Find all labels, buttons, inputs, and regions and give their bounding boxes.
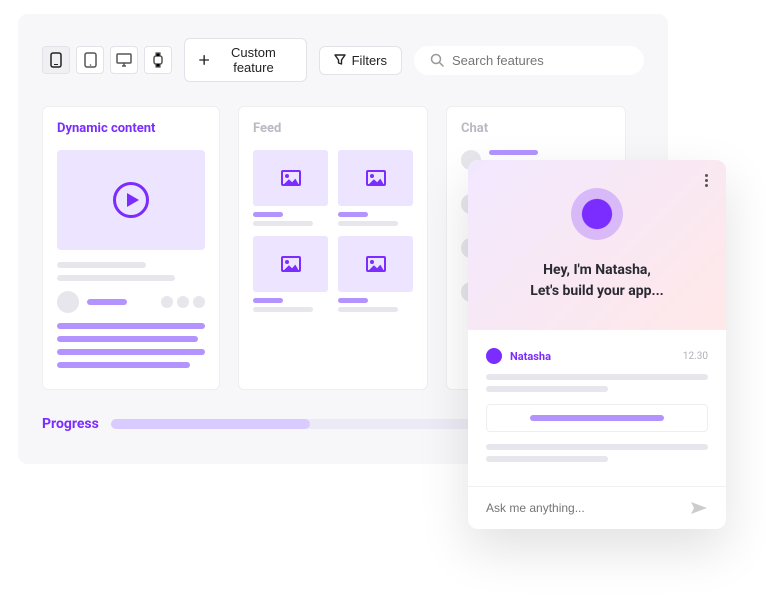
image-icon bbox=[281, 256, 301, 272]
feed-item[interactable] bbox=[338, 150, 413, 226]
feed-card-title: Feed bbox=[253, 121, 413, 136]
hero-line-1: Hey, I'm Natasha, bbox=[482, 260, 712, 281]
sender-avatar-icon bbox=[486, 348, 502, 364]
device-desktop-button[interactable] bbox=[110, 46, 138, 74]
play-icon bbox=[113, 182, 149, 218]
search-input[interactable] bbox=[452, 53, 628, 68]
chat-messages: Natasha 12.30 bbox=[468, 330, 726, 486]
progress-label: Progress bbox=[42, 416, 99, 432]
dynamic-content-card[interactable]: Dynamic content bbox=[42, 106, 220, 390]
text-skeleton bbox=[57, 262, 205, 281]
device-toggle-group bbox=[42, 46, 172, 74]
message-header: Natasha 12.30 bbox=[486, 348, 708, 364]
assistant-orb-icon bbox=[571, 188, 623, 240]
message-skeleton-line bbox=[486, 374, 708, 380]
feed-grid bbox=[253, 150, 413, 312]
message-skeleton-line bbox=[486, 456, 608, 462]
filters-label: Filters bbox=[352, 53, 387, 68]
filter-icon bbox=[334, 54, 346, 66]
dynamic-card-title: Dynamic content bbox=[57, 121, 205, 136]
message-skeleton-line bbox=[486, 386, 608, 392]
device-tablet-button[interactable] bbox=[76, 46, 104, 74]
feed-item[interactable] bbox=[338, 236, 413, 312]
custom-feature-label: Custom feature bbox=[215, 45, 291, 75]
search-input-wrap[interactable] bbox=[414, 46, 644, 75]
author-name-skeleton bbox=[87, 299, 127, 305]
video-thumbnail[interactable] bbox=[57, 150, 205, 250]
chat-hero: Hey, I'm Natasha, Let's build your app..… bbox=[468, 160, 726, 330]
hero-greeting: Hey, I'm Natasha, Let's build your app..… bbox=[482, 260, 712, 302]
action-dots bbox=[161, 296, 205, 308]
image-icon bbox=[281, 170, 301, 186]
tablet-icon bbox=[84, 52, 97, 68]
reply-option[interactable] bbox=[486, 404, 708, 432]
chat-text-input[interactable] bbox=[486, 501, 690, 515]
search-icon bbox=[430, 53, 444, 67]
phone-icon bbox=[50, 52, 62, 68]
device-phone-button[interactable] bbox=[42, 46, 70, 74]
chat-menu-button[interactable] bbox=[698, 172, 714, 188]
chat-window: Hey, I'm Natasha, Let's build your app..… bbox=[468, 160, 726, 529]
chat-card-title: Chat bbox=[461, 121, 611, 136]
chbut-input t단 bbox=[468, 486, 726, 529]
toolbar: Custom feature Filters bbox=[42, 38, 644, 82]
hero-line-2: Let's build your app... bbox=[482, 281, 712, 302]
avatar-icon bbox=[57, 291, 79, 313]
image-icon bbox=[366, 170, 386, 186]
device-watch-button[interactable] bbox=[144, 46, 172, 74]
feed-item[interactable] bbox=[253, 150, 328, 226]
plus-icon bbox=[199, 54, 209, 66]
feed-item[interactable] bbox=[253, 236, 328, 312]
send-button[interactable] bbox=[690, 501, 708, 515]
desktop-icon bbox=[116, 53, 132, 67]
message-skeleton-line bbox=[486, 444, 708, 450]
send-icon bbox=[690, 501, 708, 515]
author-row bbox=[57, 291, 205, 313]
reply-skeleton-line bbox=[530, 415, 664, 421]
body-skeleton bbox=[57, 323, 205, 368]
custom-feature-button[interactable]: Custom feature bbox=[184, 38, 307, 82]
filters-button[interactable]: Filters bbox=[319, 46, 402, 75]
image-icon bbox=[366, 256, 386, 272]
sender-name: Natasha bbox=[510, 350, 551, 363]
watch-icon bbox=[152, 52, 164, 68]
message-time: 12.30 bbox=[683, 351, 708, 362]
feed-card[interactable]: Feed bbox=[238, 106, 428, 390]
progress-fill bbox=[111, 419, 310, 429]
